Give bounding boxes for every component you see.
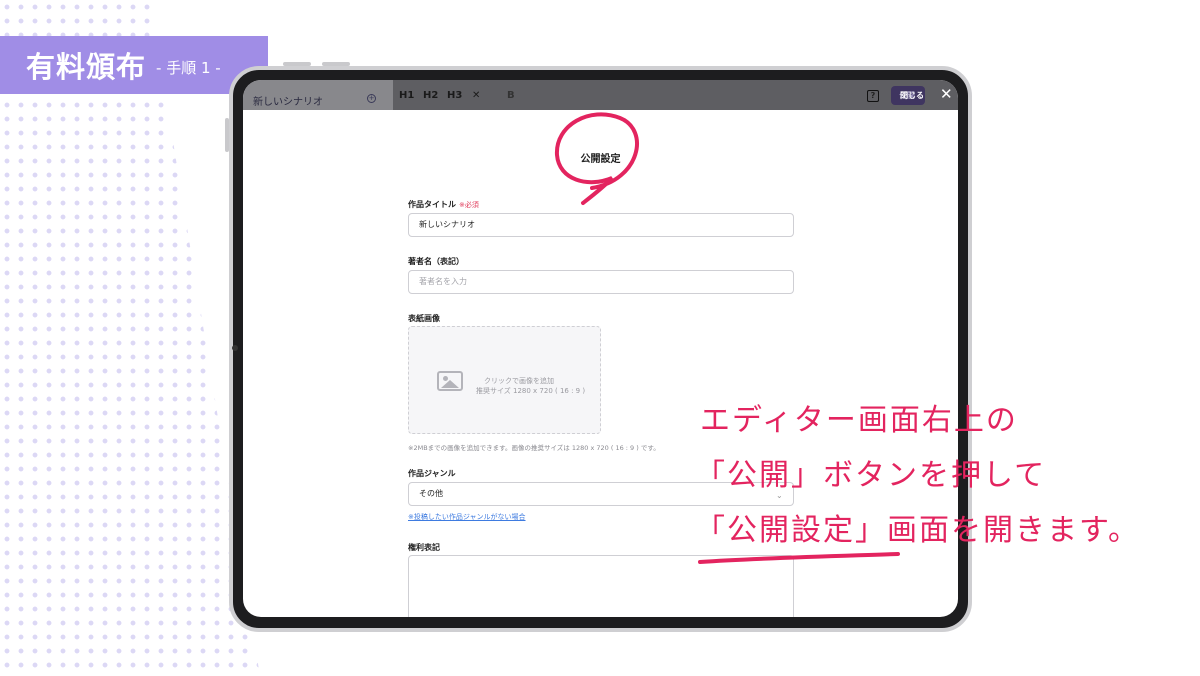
- underline-mark: [698, 552, 900, 564]
- annotation-line-3: 「公開設定」画面を開きます。: [695, 513, 1140, 548]
- annotation-marks: [554, 112, 900, 564]
- annotation-line-1: エディター画面右上の: [700, 403, 1018, 438]
- annotation-line-2: 「公開」ボタンを押して: [695, 458, 1047, 493]
- title-circle-mark: [554, 112, 639, 205]
